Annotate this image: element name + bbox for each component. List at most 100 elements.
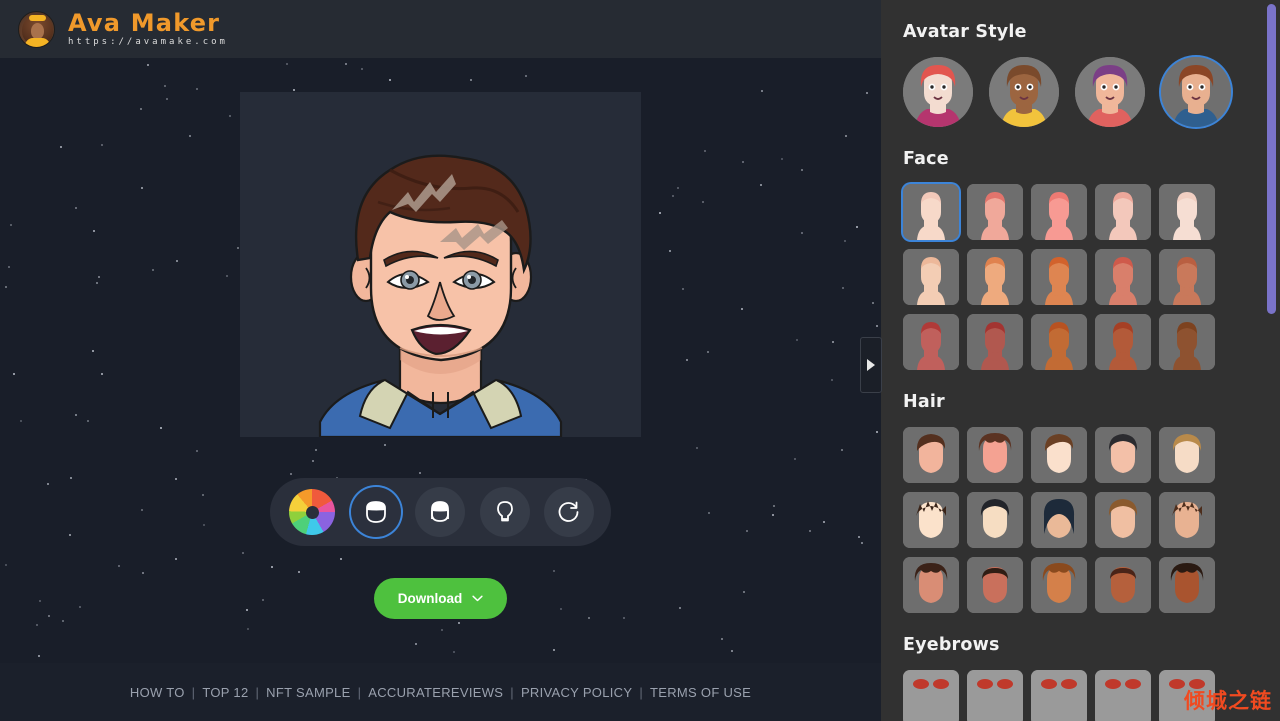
avatar-illustration — [240, 92, 641, 437]
star-decoration — [801, 231, 804, 234]
avatar-style-option-2[interactable] — [989, 57, 1059, 127]
eyebrows-option-2[interactable] — [967, 670, 1023, 721]
face-option-4[interactable] — [1095, 184, 1151, 240]
hair-thumbnail — [1159, 557, 1215, 613]
face-option-1[interactable] — [903, 184, 959, 240]
hair-option-2[interactable] — [967, 427, 1023, 483]
hair-option-9[interactable] — [1095, 492, 1151, 548]
hair-option-5[interactable] — [1159, 427, 1215, 483]
star-decoration — [69, 534, 72, 537]
download-button[interactable]: Download — [374, 578, 507, 619]
refresh-icon[interactable] — [543, 487, 594, 537]
star-decoration — [708, 512, 711, 515]
face-silhouette — [1095, 184, 1151, 240]
footer-link-accuratereviews[interactable]: ACCURATEREVIEWS — [368, 685, 503, 700]
footer-link-top-12[interactable]: TOP 12 — [202, 685, 248, 700]
footer-separator: | — [255, 684, 260, 700]
color-wheel-icon[interactable] — [287, 487, 337, 537]
avatar-style-option-4[interactable] — [1161, 57, 1231, 127]
footer-link-privacy-policy[interactable]: PRIVACY POLICY — [521, 685, 632, 700]
star-decoration — [92, 230, 95, 233]
hair-option-3[interactable] — [1031, 427, 1087, 483]
face-option-12[interactable] — [967, 314, 1023, 370]
star-decoration — [74, 414, 77, 417]
lightbulb-icon[interactable] — [479, 487, 530, 537]
avatar-toolbar — [270, 478, 611, 546]
footer-link-terms-of-use[interactable]: TERMS OF USE — [650, 685, 751, 700]
face-option-14[interactable] — [1095, 314, 1151, 370]
face-silhouette — [1095, 249, 1151, 305]
star-decoration — [39, 599, 42, 602]
star-decoration — [141, 572, 144, 574]
hair-option-10[interactable] — [1159, 492, 1215, 548]
hair-option-13[interactable] — [1031, 557, 1087, 613]
hair-option-4[interactable] — [1095, 427, 1151, 483]
star-decoration — [761, 90, 764, 93]
hair-option-6[interactable] — [903, 492, 959, 548]
face-option-15[interactable] — [1159, 314, 1215, 370]
star-decoration — [140, 187, 143, 190]
face-option-7[interactable] — [967, 249, 1023, 305]
star-decoration — [226, 275, 229, 278]
hair-option-8[interactable] — [1031, 492, 1087, 548]
face-option-3[interactable] — [1031, 184, 1087, 240]
hair-thumbnail — [1095, 557, 1151, 613]
section-title-eyebrows: Eyebrows — [903, 635, 1000, 655]
star-decoration — [441, 629, 444, 632]
eyebrows-option-3[interactable] — [1031, 670, 1087, 721]
section-title-avatar-style: Avatar Style — [903, 22, 1027, 42]
star-decoration — [151, 268, 154, 271]
hair-thumbnail — [1031, 427, 1087, 483]
star-decoration — [20, 419, 23, 422]
avatar-style-option-3[interactable] — [1075, 57, 1145, 127]
face-option-9[interactable] — [1095, 249, 1151, 305]
star-decoration — [361, 67, 364, 70]
eyebrows-option-1[interactable] — [903, 670, 959, 721]
star-decoration — [588, 617, 591, 620]
face-option-13[interactable] — [1031, 314, 1087, 370]
hair-option-11[interactable] — [903, 557, 959, 613]
star-decoration — [160, 426, 163, 429]
avatar-style-option-1[interactable] — [903, 57, 973, 127]
avatar-preview-canvas[interactable] — [240, 92, 641, 437]
star-decoration — [830, 379, 833, 382]
female-face-icon[interactable] — [415, 487, 466, 537]
hair-thumbnail — [1095, 492, 1151, 548]
hair-option-14[interactable] — [1095, 557, 1151, 613]
star-decoration — [842, 287, 845, 290]
star-decoration — [312, 460, 315, 463]
star-decoration — [844, 134, 847, 137]
hair-thumbnail — [903, 427, 959, 483]
section-title-hair: Hair — [903, 392, 945, 412]
footer-link-nft-sample[interactable]: NFT SAMPLE — [266, 685, 350, 700]
hair-option-12[interactable] — [967, 557, 1023, 613]
hair-option-15[interactable] — [1159, 557, 1215, 613]
star-decoration — [344, 63, 347, 66]
brand-title: Ava Maker — [68, 8, 221, 37]
star-decoration — [196, 449, 199, 452]
star-decoration — [229, 115, 232, 118]
brand-logo[interactable]: Ava Maker https://avamake.com — [18, 8, 228, 48]
chevron-down-icon — [472, 595, 483, 602]
panel-collapse-toggle[interactable] — [860, 337, 882, 393]
eyebrow-thumbnail — [903, 670, 959, 721]
face-option-11[interactable] — [903, 314, 959, 370]
star-decoration — [59, 145, 62, 148]
star-decoration — [844, 240, 847, 243]
face-option-5[interactable] — [1159, 184, 1215, 240]
face-option-2[interactable] — [967, 184, 1023, 240]
face-option-10[interactable] — [1159, 249, 1215, 305]
eyebrows-option-4[interactable] — [1095, 670, 1151, 721]
star-decoration — [201, 493, 204, 496]
panel-scrollbar[interactable] — [1267, 4, 1276, 314]
hair-option-7[interactable] — [967, 492, 1023, 548]
hair-option-1[interactable] — [903, 427, 959, 483]
face-option-6[interactable] — [903, 249, 959, 305]
footer-link-how-to[interactable]: HOW TO — [130, 685, 185, 700]
male-face-icon[interactable] — [351, 487, 402, 537]
options-panel: Avatar Style Face Hair Eyebrows — [881, 0, 1280, 721]
star-decoration — [525, 75, 528, 78]
star-decoration — [855, 226, 858, 229]
face-option-8[interactable] — [1031, 249, 1087, 305]
star-decoration — [35, 624, 38, 627]
